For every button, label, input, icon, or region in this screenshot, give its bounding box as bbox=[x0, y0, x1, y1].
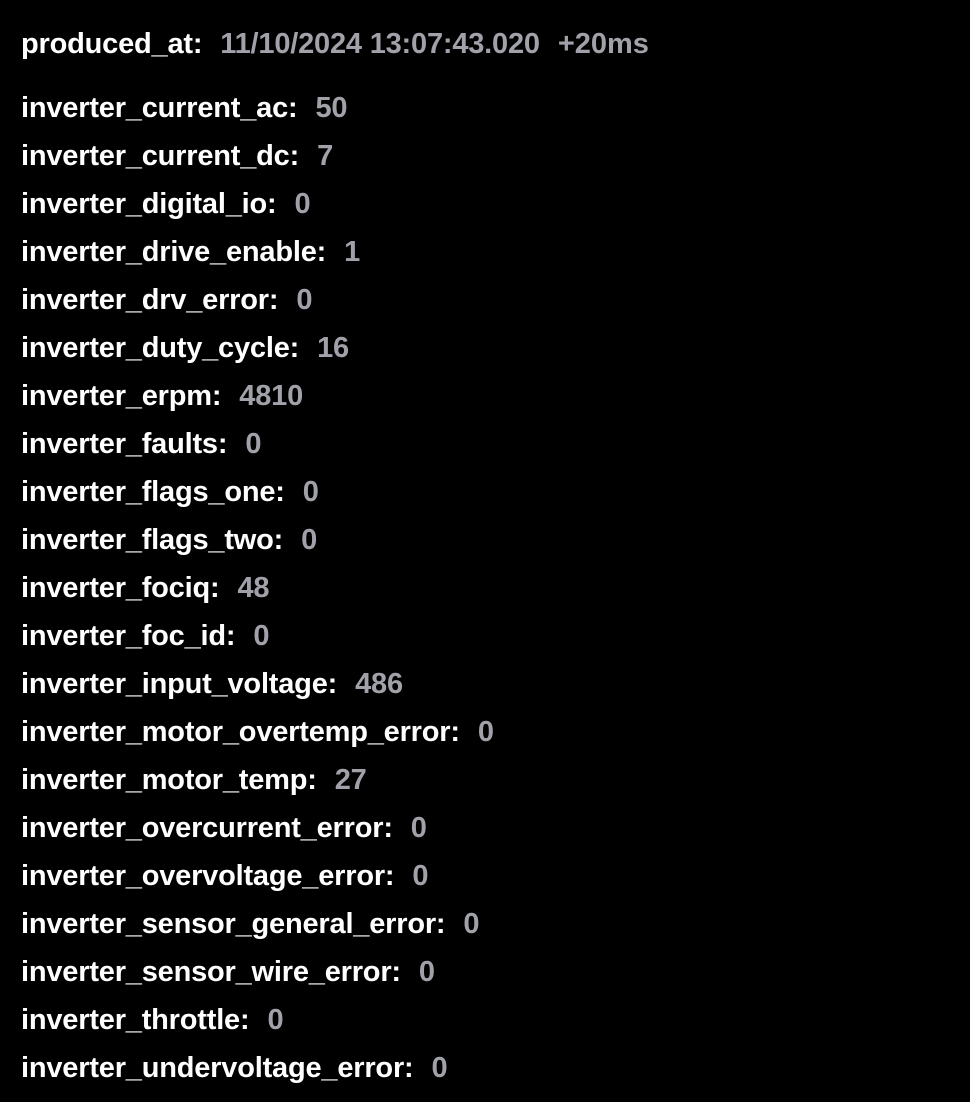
field-key: inverter_current_ac: bbox=[21, 92, 298, 124]
field-row: inverter_duty_cycle: 16 bbox=[21, 324, 960, 372]
field-value: 0 bbox=[418, 956, 435, 988]
message-detail-panel: produced_at: 11/10/2024 13:07:43.020 +20… bbox=[21, 20, 960, 1092]
field-key: inverter_current_dc: bbox=[21, 140, 300, 172]
field-row: inverter_motor_overtemp_error: 0 bbox=[21, 708, 960, 756]
field-row: inverter_sensor_wire_error: 0 bbox=[21, 948, 960, 996]
field-value: 0 bbox=[463, 908, 480, 940]
field-key: inverter_drv_error: bbox=[21, 284, 279, 316]
field-row: inverter_current_dc: 7 bbox=[21, 132, 960, 180]
field-row: inverter_drive_enable: 1 bbox=[21, 228, 960, 276]
field-value: 1 bbox=[344, 236, 361, 268]
field-value: 0 bbox=[412, 860, 429, 892]
field-key: inverter_foc_id: bbox=[21, 620, 236, 652]
field-row: inverter_current_ac: 50 bbox=[21, 84, 960, 132]
field-key: inverter_faults: bbox=[21, 428, 228, 460]
field-key: inverter_motor_overtemp_error: bbox=[21, 716, 460, 748]
field-key: inverter_duty_cycle: bbox=[21, 332, 300, 364]
field-row: inverter_erpm: 4810 bbox=[21, 372, 960, 420]
field-row: inverter_flags_two: 0 bbox=[21, 516, 960, 564]
field-row: inverter_foc_id: 0 bbox=[21, 612, 960, 660]
field-value: 7 bbox=[317, 140, 333, 172]
field-key: inverter_flags_two: bbox=[21, 524, 284, 556]
field-value: 27 bbox=[334, 764, 367, 796]
field-key: inverter_sensor_general_error: bbox=[21, 908, 446, 940]
field-value: 0 bbox=[301, 524, 318, 556]
produced-at-offset: +20ms bbox=[557, 28, 649, 60]
field-value: 0 bbox=[294, 188, 311, 220]
field-value: 0 bbox=[302, 476, 319, 508]
field-row: inverter_throttle: 0 bbox=[21, 996, 960, 1044]
field-key: inverter_undervoltage_error: bbox=[21, 1052, 414, 1084]
field-key: inverter_motor_temp: bbox=[21, 764, 317, 796]
field-row: inverter_input_voltage: 486 bbox=[21, 660, 960, 708]
produced-at-key: produced_at: bbox=[21, 28, 203, 60]
field-row: inverter_overvoltage_error: 0 bbox=[21, 852, 960, 900]
field-key: inverter_drive_enable: bbox=[21, 236, 327, 268]
field-value: 0 bbox=[477, 716, 494, 748]
field-value: 0 bbox=[410, 812, 427, 844]
field-value: 50 bbox=[315, 92, 348, 124]
field-row: inverter_digital_io: 0 bbox=[21, 180, 960, 228]
field-row: inverter_undervoltage_error: 0 bbox=[21, 1044, 960, 1092]
field-value: 48 bbox=[237, 572, 270, 604]
field-row: inverter_faults: 0 bbox=[21, 420, 960, 468]
field-key: inverter_throttle: bbox=[21, 1004, 250, 1036]
field-value: 0 bbox=[431, 1052, 448, 1084]
field-value: 486 bbox=[355, 668, 403, 700]
field-row: inverter_overcurrent_error: 0 bbox=[21, 804, 960, 852]
field-key: inverter_digital_io: bbox=[21, 188, 277, 220]
field-row: inverter_flags_one: 0 bbox=[21, 468, 960, 516]
field-value: 0 bbox=[245, 428, 262, 460]
field-value: 0 bbox=[267, 1004, 284, 1036]
field-key: inverter_sensor_wire_error: bbox=[21, 956, 401, 988]
field-row: inverter_drv_error: 0 bbox=[21, 276, 960, 324]
field-value: 0 bbox=[253, 620, 270, 652]
field-row: inverter_motor_temp: 27 bbox=[21, 756, 960, 804]
field-key: inverter_overcurrent_error: bbox=[21, 812, 393, 844]
produced-at-row: produced_at: 11/10/2024 13:07:43.020 +20… bbox=[21, 20, 960, 68]
produced-at-timestamp: 11/10/2024 13:07:43.020 bbox=[220, 28, 540, 60]
field-key: inverter_flags_one: bbox=[21, 476, 285, 508]
field-key: inverter_fociq: bbox=[21, 572, 220, 604]
field-value: 4810 bbox=[239, 380, 304, 412]
field-key: inverter_input_voltage: bbox=[21, 668, 338, 700]
field-value: 16 bbox=[317, 332, 349, 364]
field-key: inverter_erpm: bbox=[21, 380, 222, 412]
field-value: 0 bbox=[296, 284, 313, 316]
field-row: inverter_sensor_general_error: 0 bbox=[21, 900, 960, 948]
field-key: inverter_overvoltage_error: bbox=[21, 860, 395, 892]
field-row: inverter_fociq: 48 bbox=[21, 564, 960, 612]
